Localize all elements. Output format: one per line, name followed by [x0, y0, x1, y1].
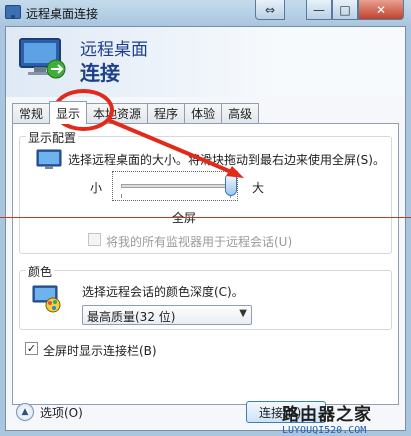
annotation-red-arrow: [107, 118, 244, 178]
tab-display[interactable]: 显示: [49, 101, 88, 124]
remote-desktop-window: 远程桌面连接 ⇔ — □ ✕ 远程桌面 连接 常规 显示 本地资源 程序 体验 …: [0, 0, 411, 436]
watermark-url: LUYOUQI520.COM: [282, 425, 367, 436]
watermark-title: 路由器之家: [282, 405, 372, 425]
site-watermark: 路由器之家 LUYOUQI520.COM: [282, 400, 372, 436]
